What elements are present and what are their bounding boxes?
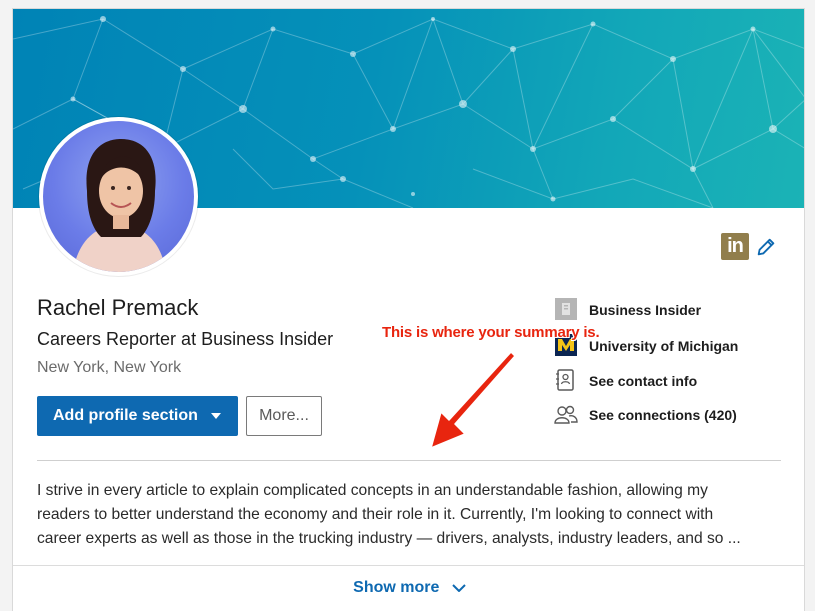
summary-line: career experts as well as those in the t… bbox=[37, 530, 741, 547]
add-profile-section-button[interactable]: Add profile section bbox=[37, 396, 238, 436]
annotation-arrow-icon bbox=[430, 351, 516, 449]
footer-divider bbox=[13, 565, 804, 566]
sidebar-item-contact-info[interactable]: See contact info bbox=[553, 369, 697, 393]
profile-headline: Careers Reporter at Business Insider bbox=[37, 329, 334, 349]
profile-photo-frame[interactable] bbox=[39, 117, 198, 276]
sidebar-item-company[interactable]: Business Insider bbox=[553, 298, 701, 322]
profile-photo bbox=[73, 139, 166, 272]
sidebar-item-label: See contact info bbox=[589, 373, 698, 389]
linkedin-badge-icon[interactable]: in bbox=[721, 233, 749, 260]
sidebar-item-connections[interactable]: See connections (420) bbox=[553, 403, 737, 427]
show-more-button[interactable]: Show more bbox=[13, 579, 804, 597]
company-logo-icon bbox=[553, 298, 579, 322]
profile-summary: I strive in every article to explain com… bbox=[37, 479, 782, 551]
profile-name: Rachel Premack bbox=[37, 295, 199, 320]
annotation-label: This is where your summary is. bbox=[382, 324, 600, 341]
summary-line: readers to better understand the economy… bbox=[37, 506, 714, 523]
edit-pencil-icon[interactable] bbox=[755, 236, 777, 258]
sidebar-item-label: University of Michigan bbox=[589, 338, 739, 354]
profile-card: in Rachel Premack Careers Reporter at Bu… bbox=[12, 8, 805, 611]
chevron-down-icon bbox=[452, 584, 466, 592]
add-profile-section-label: Add profile section bbox=[53, 407, 198, 424]
contact-card-icon bbox=[553, 369, 579, 393]
section-divider bbox=[37, 460, 781, 461]
sidebar-item-label: See connections (420) bbox=[589, 407, 737, 423]
avatar[interactable] bbox=[43, 121, 194, 272]
people-icon bbox=[553, 403, 579, 427]
profile-location: New York, New York bbox=[37, 359, 182, 376]
summary-line: I strive in every article to explain com… bbox=[37, 482, 708, 499]
show-more-label: Show more bbox=[353, 579, 440, 596]
caret-down-icon bbox=[211, 413, 221, 419]
more-button[interactable]: More... bbox=[246, 396, 322, 436]
sidebar-item-label: Business Insider bbox=[589, 302, 702, 318]
